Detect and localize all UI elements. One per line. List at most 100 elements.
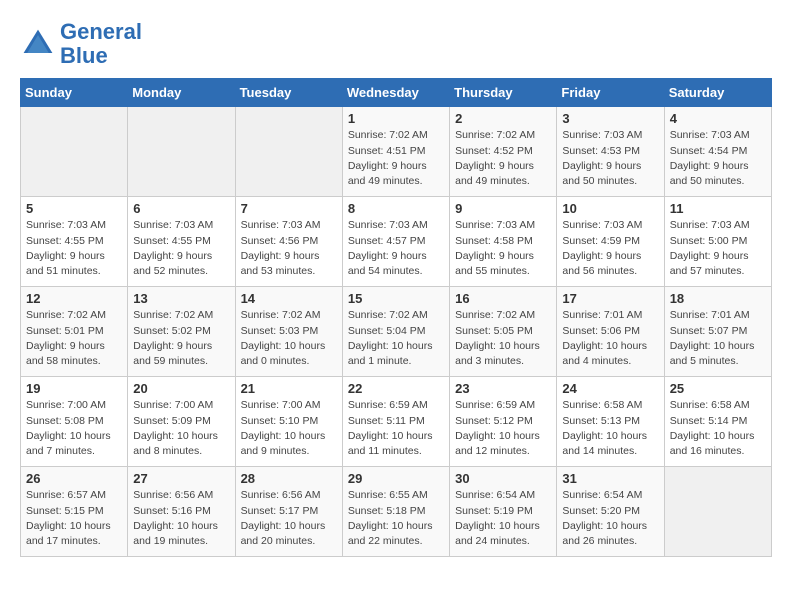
day-number: 15 — [348, 291, 444, 306]
day-number: 18 — [670, 291, 766, 306]
calendar-cell — [235, 107, 342, 197]
calendar-cell: 29 Sunrise: 6:55 AM Sunset: 5:18 PM Dayli… — [342, 467, 449, 557]
day-info: Sunrise: 7:03 AM Sunset: 5:00 PM Dayligh… — [670, 218, 766, 279]
calendar-cell: 24 Sunrise: 6:58 AM Sunset: 5:13 PM Dayli… — [557, 377, 664, 467]
logo-text: GeneralBlue — [60, 20, 142, 68]
day-info: Sunrise: 7:03 AM Sunset: 4:58 PM Dayligh… — [455, 218, 551, 279]
week-row-5: 26 Sunrise: 6:57 AM Sunset: 5:15 PM Dayli… — [21, 467, 772, 557]
calendar-cell: 20 Sunrise: 7:00 AM Sunset: 5:09 PM Dayli… — [128, 377, 235, 467]
day-number: 1 — [348, 111, 444, 126]
day-info: Sunrise: 6:55 AM Sunset: 5:18 PM Dayligh… — [348, 488, 444, 549]
day-number: 27 — [133, 471, 229, 486]
week-row-2: 5 Sunrise: 7:03 AM Sunset: 4:55 PM Daylig… — [21, 197, 772, 287]
column-header-friday: Friday — [557, 79, 664, 107]
day-number: 22 — [348, 381, 444, 396]
day-info: Sunrise: 7:00 AM Sunset: 5:10 PM Dayligh… — [241, 398, 337, 459]
column-header-monday: Monday — [128, 79, 235, 107]
day-number: 23 — [455, 381, 551, 396]
column-header-sunday: Sunday — [21, 79, 128, 107]
day-number: 12 — [26, 291, 122, 306]
calendar-cell: 9 Sunrise: 7:03 AM Sunset: 4:58 PM Daylig… — [450, 197, 557, 287]
day-info: Sunrise: 6:59 AM Sunset: 5:12 PM Dayligh… — [455, 398, 551, 459]
calendar-cell: 6Sunrise: 7:03 AM Sunset: 4:55 PM Daylig… — [128, 197, 235, 287]
day-info: Sunrise: 6:57 AM Sunset: 5:15 PM Dayligh… — [26, 488, 122, 549]
logo: GeneralBlue — [20, 20, 142, 68]
day-info: Sunrise: 7:03 AM Sunset: 4:53 PM Dayligh… — [562, 128, 658, 189]
day-info: Sunrise: 7:00 AM Sunset: 5:09 PM Dayligh… — [133, 398, 229, 459]
day-info: Sunrise: 7:02 AM Sunset: 5:03 PM Dayligh… — [241, 308, 337, 369]
calendar-cell — [128, 107, 235, 197]
day-info: Sunrise: 7:03 AM Sunset: 4:55 PM Dayligh… — [26, 218, 122, 279]
day-info: Sunrise: 7:03 AM Sunset: 4:55 PM Dayligh… — [133, 218, 229, 279]
week-row-1: 1 Sunrise: 7:02 AM Sunset: 4:51 PM Daylig… — [21, 107, 772, 197]
day-number: 3 — [562, 111, 658, 126]
calendar-cell: 10 Sunrise: 7:03 AM Sunset: 4:59 PM Dayli… — [557, 197, 664, 287]
calendar-cell: 7Sunrise: 7:03 AM Sunset: 4:56 PM Daylig… — [235, 197, 342, 287]
day-info: Sunrise: 7:00 AM Sunset: 5:08 PM Dayligh… — [26, 398, 122, 459]
calendar-header-row: SundayMondayTuesdayWednesdayThursdayFrid… — [21, 79, 772, 107]
day-info: Sunrise: 6:56 AM Sunset: 5:17 PM Dayligh… — [241, 488, 337, 549]
day-number: 26 — [26, 471, 122, 486]
day-number: 2 — [455, 111, 551, 126]
day-info: Sunrise: 6:58 AM Sunset: 5:13 PM Dayligh… — [562, 398, 658, 459]
day-number: 17 — [562, 291, 658, 306]
day-number: 11 — [670, 201, 766, 216]
calendar-table: SundayMondayTuesdayWednesdayThursdayFrid… — [20, 78, 772, 557]
calendar-cell: 14Sunrise: 7:02 AM Sunset: 5:03 PM Dayli… — [235, 287, 342, 377]
day-number: 16 — [455, 291, 551, 306]
day-number: 30 — [455, 471, 551, 486]
day-info: Sunrise: 7:03 AM Sunset: 4:57 PM Dayligh… — [348, 218, 444, 279]
day-number: 24 — [562, 381, 658, 396]
calendar-cell: 27 Sunrise: 6:56 AM Sunset: 5:16 PM Dayli… — [128, 467, 235, 557]
page-header: GeneralBlue — [20, 20, 772, 68]
day-info: Sunrise: 7:03 AM Sunset: 4:54 PM Dayligh… — [670, 128, 766, 189]
day-number: 10 — [562, 201, 658, 216]
calendar-cell: 17Sunrise: 7:01 AM Sunset: 5:06 PM Dayli… — [557, 287, 664, 377]
day-number: 9 — [455, 201, 551, 216]
calendar-cell: 25Sunrise: 6:58 AM Sunset: 5:14 PM Dayli… — [664, 377, 771, 467]
column-header-saturday: Saturday — [664, 79, 771, 107]
column-header-thursday: Thursday — [450, 79, 557, 107]
day-info: Sunrise: 7:02 AM Sunset: 5:05 PM Dayligh… — [455, 308, 551, 369]
calendar-cell — [664, 467, 771, 557]
calendar-cell: 26 Sunrise: 6:57 AM Sunset: 5:15 PM Dayli… — [21, 467, 128, 557]
day-number: 28 — [241, 471, 337, 486]
calendar-cell: 1 Sunrise: 7:02 AM Sunset: 4:51 PM Daylig… — [342, 107, 449, 197]
day-info: Sunrise: 6:54 AM Sunset: 5:19 PM Dayligh… — [455, 488, 551, 549]
day-number: 13 — [133, 291, 229, 306]
calendar-cell: 16 Sunrise: 7:02 AM Sunset: 5:05 PM Dayli… — [450, 287, 557, 377]
calendar-cell: 22 Sunrise: 6:59 AM Sunset: 5:11 PM Dayli… — [342, 377, 449, 467]
logo-icon — [20, 26, 56, 62]
calendar-cell: 18 Sunrise: 7:01 AM Sunset: 5:07 PM Dayli… — [664, 287, 771, 377]
calendar-cell: 4 Sunrise: 7:03 AM Sunset: 4:54 PM Daylig… — [664, 107, 771, 197]
day-info: Sunrise: 6:56 AM Sunset: 5:16 PM Dayligh… — [133, 488, 229, 549]
calendar-cell: 21 Sunrise: 7:00 AM Sunset: 5:10 PM Dayli… — [235, 377, 342, 467]
calendar-cell: 19 Sunrise: 7:00 AM Sunset: 5:08 PM Dayli… — [21, 377, 128, 467]
day-number: 21 — [241, 381, 337, 396]
day-info: Sunrise: 7:03 AM Sunset: 4:56 PM Dayligh… — [241, 218, 337, 279]
column-header-tuesday: Tuesday — [235, 79, 342, 107]
calendar-cell: 15Sunrise: 7:02 AM Sunset: 5:04 PM Dayli… — [342, 287, 449, 377]
day-number: 19 — [26, 381, 122, 396]
day-number: 4 — [670, 111, 766, 126]
day-number: 20 — [133, 381, 229, 396]
calendar-cell: 28 Sunrise: 6:56 AM Sunset: 5:17 PM Dayli… — [235, 467, 342, 557]
day-number: 5 — [26, 201, 122, 216]
calendar-cell: 8 Sunrise: 7:03 AM Sunset: 4:57 PM Daylig… — [342, 197, 449, 287]
calendar-cell: 31Sunrise: 6:54 AM Sunset: 5:20 PM Dayli… — [557, 467, 664, 557]
calendar-cell: 11 Sunrise: 7:03 AM Sunset: 5:00 PM Dayli… — [664, 197, 771, 287]
day-number: 25 — [670, 381, 766, 396]
calendar-cell: 12Sunrise: 7:02 AM Sunset: 5:01 PM Dayli… — [21, 287, 128, 377]
day-info: Sunrise: 6:59 AM Sunset: 5:11 PM Dayligh… — [348, 398, 444, 459]
day-number: 8 — [348, 201, 444, 216]
day-number: 31 — [562, 471, 658, 486]
day-info: Sunrise: 7:02 AM Sunset: 4:51 PM Dayligh… — [348, 128, 444, 189]
week-row-4: 19 Sunrise: 7:00 AM Sunset: 5:08 PM Dayli… — [21, 377, 772, 467]
day-info: Sunrise: 7:03 AM Sunset: 4:59 PM Dayligh… — [562, 218, 658, 279]
calendar-cell: 23 Sunrise: 6:59 AM Sunset: 5:12 PM Dayli… — [450, 377, 557, 467]
day-info: Sunrise: 7:01 AM Sunset: 5:07 PM Dayligh… — [670, 308, 766, 369]
calendar-cell: 30 Sunrise: 6:54 AM Sunset: 5:19 PM Dayli… — [450, 467, 557, 557]
day-number: 29 — [348, 471, 444, 486]
calendar-cell: 13Sunrise: 7:02 AM Sunset: 5:02 PM Dayli… — [128, 287, 235, 377]
calendar-cell — [21, 107, 128, 197]
